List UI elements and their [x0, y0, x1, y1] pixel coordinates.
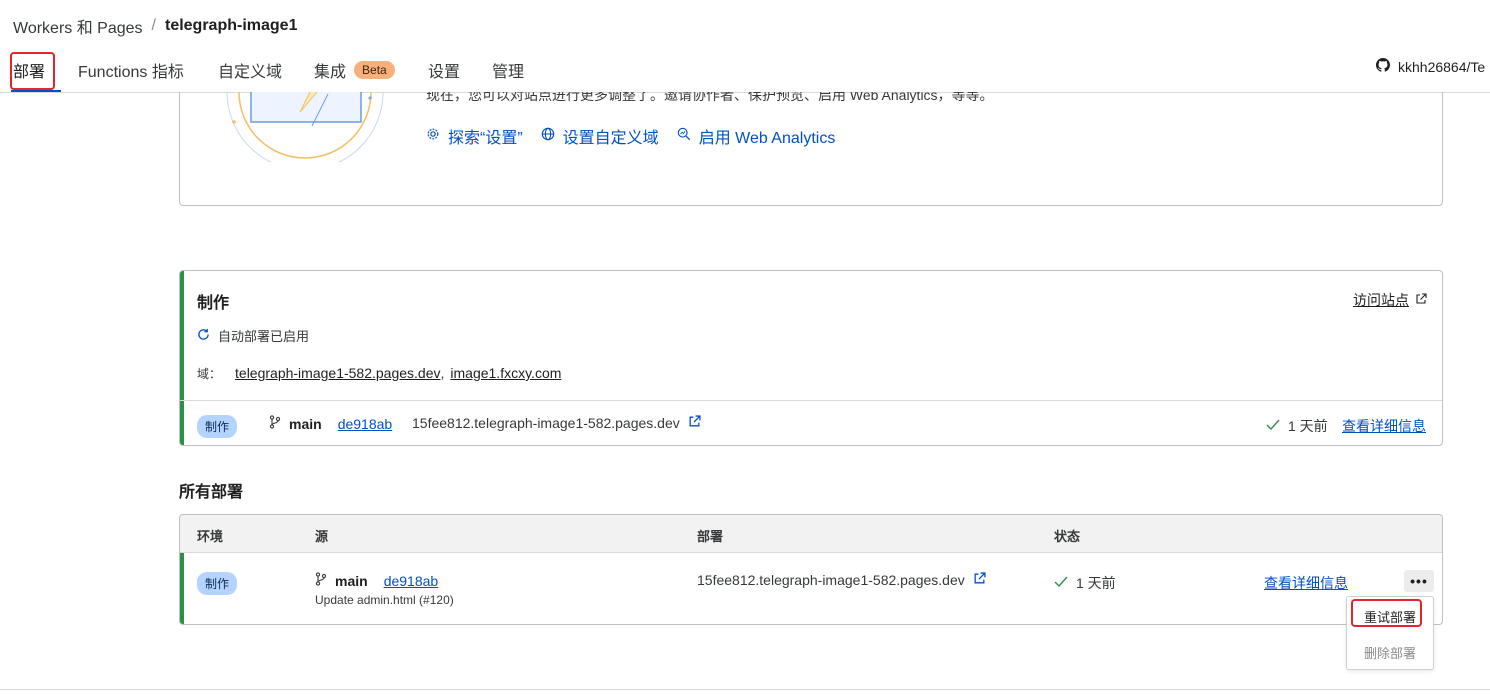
tab-settings[interactable]: 设置 [428, 48, 460, 92]
deployment-url-text: 15fee812.telegraph-image1-582.pages.dev [412, 415, 680, 431]
column-header-env: 环境 [197, 529, 224, 544]
web-analytics-link[interactable]: 启用 Web Analytics [677, 124, 836, 148]
link-label: 设置自定义域 [562, 130, 659, 147]
intro-links: 探索“设置” 设置自定义域 启用 Web Analytics [426, 124, 835, 148]
link-label: 启用 Web Analytics [698, 130, 836, 147]
link-label: 探索“设置” [448, 130, 523, 147]
branch-name: main [289, 415, 322, 432]
branch-name: main [335, 572, 368, 589]
view-details-link[interactable]: 查看详细信息 [1264, 573, 1348, 593]
source-info: main de918ab [269, 415, 392, 432]
tab-label: 部署 [13, 64, 46, 81]
git-branch-icon [269, 415, 281, 432]
actions-dropdown-menu: 重试部署 删除部署 [1346, 596, 1434, 670]
active-tab-indicator [11, 90, 61, 92]
table-header: 环境 源 部署 状态 [180, 515, 1442, 553]
production-deployment-row: 制作 main de918ab 15fee812.telegraph-image… [180, 400, 1442, 445]
page-title: telegraph-image1 [164, 17, 298, 34]
bottom-divider [0, 689, 1490, 690]
visit-site-link[interactable]: 访问站点 [1353, 290, 1427, 310]
domain-link[interactable]: image1.fxcxy.com [450, 365, 561, 381]
custom-domain-link[interactable]: 设置自定义域 [541, 124, 659, 148]
tab-deployments[interactable]: 部署 [13, 48, 45, 92]
breadcrumb-separator: / [151, 17, 156, 34]
status-time: 1 天前 [1288, 418, 1328, 434]
tab-custom-domains[interactable]: 自定义域 [218, 48, 282, 92]
domains-line: 域： telegraph-image1-582.pages.dev, image… [197, 365, 561, 382]
analytics-icon [677, 127, 691, 146]
tab-bar: 部署 Functions 指标 自定义域 集成 Beta 设置 管理 [0, 48, 1490, 93]
tab-label: 管理 [492, 64, 525, 81]
column-header-deployment: 部署 [697, 529, 724, 544]
breadcrumb: Workers 和 Pages / telegraph-image1 [13, 14, 297, 38]
deployment-url: 15fee812.telegraph-image1-582.pages.dev [412, 415, 701, 431]
source-info: main de918ab [315, 572, 454, 589]
external-link-icon[interactable] [688, 415, 701, 431]
status-time: 1 天前 [1076, 575, 1116, 591]
intro-description: 现在，您可以对站点进行更多调整了。邀请协作者、保护预览、启用 Web Analy… [426, 92, 994, 103]
intro-card: 现在，您可以对站点进行更多调整了。邀请协作者、保护预览、启用 Web Analy… [179, 92, 1443, 206]
breadcrumb-parent[interactable]: Workers 和 Pages [13, 14, 143, 38]
row-accent-bar [180, 553, 184, 624]
deployment-status: 1 天前 [1054, 573, 1116, 593]
github-icon [1376, 58, 1390, 75]
beta-badge: Beta [354, 61, 395, 79]
commit-message: Update admin.html (#120) [315, 593, 454, 607]
commit-hash-link[interactable]: de918ab [384, 573, 439, 589]
commit-hash-link[interactable]: de918ab [338, 416, 393, 432]
visit-site-label: 访问站点 [1353, 292, 1409, 308]
column-header-status: 状态 [1054, 529, 1081, 544]
view-details-link[interactable]: 查看详细信息 [1342, 416, 1426, 436]
external-link-icon[interactable] [973, 572, 986, 588]
deployment-status: 1 天前 [1266, 416, 1328, 436]
source-cell: main de918ab Update admin.html (#120) [315, 572, 454, 607]
deployment-url: 15fee812.telegraph-image1-582.pages.dev [697, 572, 986, 588]
table-row: 制作 main de918ab Update admin.html (#120)… [180, 553, 1442, 624]
domain-separator: , [440, 365, 445, 381]
tab-manage[interactable]: 管理 [492, 48, 524, 92]
domains-label: 域： [197, 367, 222, 381]
explore-settings-link[interactable]: 探索“设置” [426, 124, 523, 148]
intro-illustration [220, 92, 390, 171]
repo-link[interactable]: kkhh26864/Te [1376, 58, 1485, 75]
repo-name: kkhh26864/Te [1398, 58, 1486, 75]
production-title: 制作 [197, 295, 230, 312]
tab-label: 设置 [428, 64, 461, 81]
retry-deployment-menu-item[interactable]: 重试部署 [1347, 607, 1433, 626]
check-icon [1266, 418, 1280, 434]
tab-functions-metrics[interactable]: Functions 指标 [78, 48, 184, 92]
gear-icon [426, 127, 440, 146]
auto-deploy-status: 自动部署已启用 [197, 326, 309, 345]
globe-icon [541, 127, 555, 146]
refresh-icon [197, 328, 210, 344]
git-branch-icon [315, 572, 327, 589]
tab-integrations[interactable]: 集成 Beta [314, 48, 395, 92]
deployment-url-text: 15fee812.telegraph-image1-582.pages.dev [697, 572, 965, 588]
tab-label: 集成 [314, 64, 347, 81]
env-badge: 制作 [197, 415, 238, 438]
check-icon [1054, 575, 1068, 591]
external-link-icon [1415, 292, 1427, 308]
production-card: 制作 访问站点 自动部署已启用 域： telegraph-image1-582.… [179, 270, 1443, 446]
more-actions-button[interactable]: ••• [1404, 570, 1434, 592]
delete-deployment-menu-item[interactable]: 删除部署 [1347, 643, 1433, 662]
auto-deploy-text: 自动部署已启用 [218, 329, 310, 344]
tab-label: 自定义域 [218, 64, 283, 81]
all-deployments-title: 所有部署 [179, 484, 244, 501]
tab-label: Functions 指标 [78, 64, 184, 81]
deployments-table: 环境 源 部署 状态 制作 main de918ab Update admin.… [179, 514, 1443, 625]
env-badge: 制作 [197, 572, 238, 595]
domain-link[interactable]: telegraph-image1-582.pages.dev [235, 365, 440, 381]
column-header-source: 源 [315, 529, 329, 544]
